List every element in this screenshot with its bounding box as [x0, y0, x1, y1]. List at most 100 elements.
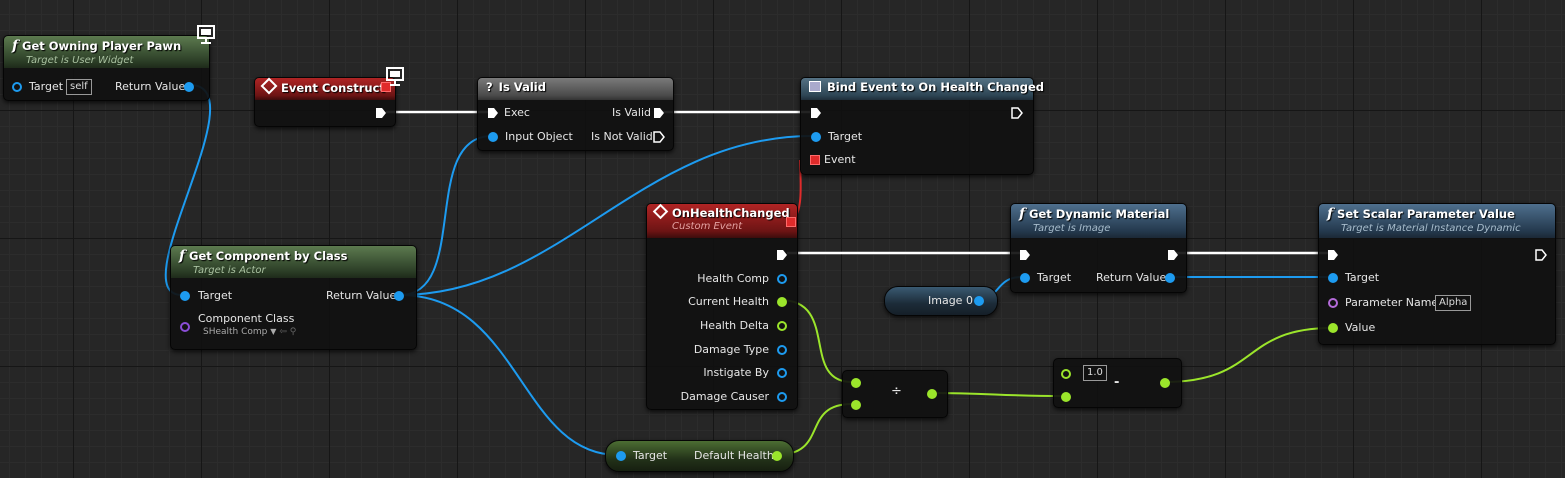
- exec-label: Exec: [504, 106, 530, 119]
- target-pin[interactable]: [616, 451, 626, 461]
- exec-out-pin[interactable]: [1011, 107, 1023, 119]
- default-health-pin[interactable]: [772, 451, 782, 461]
- exec-out-pin[interactable]: [776, 249, 788, 261]
- current-health-label: Current Health: [688, 295, 769, 308]
- client-only-icon: [386, 67, 404, 86]
- node-title: f Get Owning Player Pawn: [12, 38, 182, 54]
- class-select[interactable]: SHealth Comp ▼ ⇦ ⚲: [203, 327, 296, 337]
- event-delegate-pin[interactable]: [810, 155, 820, 165]
- image-output-pin[interactable]: [974, 296, 984, 306]
- node-bind-event[interactable]: Bind Event to On Health Changed Target E…: [800, 77, 1044, 175]
- subtract-output-pin[interactable]: [1160, 378, 1170, 388]
- node-default-health[interactable]: Target Default Health: [605, 440, 794, 472]
- target-pin[interactable]: [180, 291, 190, 301]
- event-icon: [260, 77, 278, 95]
- chevron-down-icon: ▼: [270, 327, 277, 336]
- node-is-valid[interactable]: ? Is Valid Exec Is Valid Input Object Is …: [477, 77, 674, 151]
- return-label: Return Value: [326, 289, 397, 302]
- subtract-symbol: -: [1114, 375, 1120, 390]
- divide-input-b-pin[interactable]: [851, 400, 861, 410]
- target-pin[interactable]: [12, 82, 22, 92]
- node-subtitle: Target is Material Instance Dynamic: [1341, 223, 1521, 234]
- exec-in-pin[interactable]: [487, 107, 499, 119]
- class-select-value: SHealth Comp: [203, 327, 268, 337]
- return-label: Return Value: [1096, 271, 1167, 284]
- target-label: Target: [198, 289, 233, 302]
- target-pin[interactable]: [1020, 273, 1030, 283]
- image-variable-label: Image 0: [928, 294, 973, 307]
- input-object-pin[interactable]: [488, 132, 498, 142]
- node-event-construct[interactable]: Event Construct: [254, 77, 396, 127]
- target-label: Target: [29, 80, 64, 93]
- node-subtitle: Target is Actor: [193, 265, 266, 276]
- question-icon: ?: [486, 80, 493, 94]
- node-image-variable[interactable]: Image 0: [884, 286, 998, 316]
- exec-out-pin[interactable]: [1535, 249, 1547, 261]
- function-icon: f: [1019, 206, 1026, 222]
- node-get-owning-player-pawn[interactable]: f Get Owning Player Pawn Target is User W…: [3, 35, 210, 101]
- subtract-constant-field[interactable]: 1.0: [1083, 365, 1107, 381]
- target-label: Target: [1345, 271, 1380, 284]
- is-not-valid-label: Is Not Valid: [591, 130, 653, 143]
- return-label: Return Value: [115, 80, 186, 93]
- health-delta-label: Health Delta: [700, 319, 769, 332]
- bind-icon: [809, 81, 821, 92]
- node-on-health-changed[interactable]: OnHealthChanged Custom Event Health Comp…: [646, 203, 798, 410]
- subtract-input-a-pin[interactable]: [1061, 369, 1071, 379]
- target-label: Target: [633, 449, 668, 462]
- subtract-input-b-pin[interactable]: [1061, 392, 1071, 402]
- node-subtract[interactable]: 1.0 -: [1053, 358, 1182, 408]
- exec-out-pin[interactable]: [1167, 249, 1179, 261]
- return-pin[interactable]: [184, 82, 194, 92]
- node-title: f Get Component by Class: [179, 248, 348, 264]
- damage-type-pin[interactable]: [777, 345, 787, 355]
- return-pin[interactable]: [1165, 273, 1175, 283]
- health-delta-pin[interactable]: [777, 321, 787, 331]
- exec-in-pin[interactable]: [1019, 249, 1031, 261]
- parameter-name-pin[interactable]: [1328, 298, 1338, 308]
- node-get-component-by-class[interactable]: f Get Component by Class Target is Actor …: [170, 245, 417, 350]
- node-title: f Set Scalar Parameter Value: [1327, 206, 1515, 222]
- target-default-field[interactable]: self: [66, 79, 92, 95]
- exec-in-pin[interactable]: [810, 107, 822, 119]
- input-object-label: Input Object: [505, 130, 573, 143]
- default-health-label: Default Health: [694, 449, 774, 462]
- health-comp-pin[interactable]: [777, 274, 787, 284]
- node-title: Bind Event to On Health Changed: [809, 80, 1044, 94]
- node-title: OnHealthChanged: [652, 203, 797, 220]
- divide-input-a-pin[interactable]: [851, 378, 861, 388]
- current-health-pin[interactable]: [777, 297, 787, 307]
- damage-causer-label: Damage Causer: [680, 390, 769, 403]
- target-pin[interactable]: [811, 132, 821, 142]
- value-pin[interactable]: [1328, 323, 1338, 333]
- node-divide[interactable]: ÷: [842, 370, 948, 418]
- divide-output-pin[interactable]: [927, 389, 937, 399]
- health-comp-label: Health Comp: [697, 272, 769, 285]
- function-icon: f: [179, 248, 186, 264]
- node-subtitle: Custom Event: [672, 221, 743, 232]
- node-set-scalar-parameter[interactable]: f Set Scalar Parameter Value Target is Ma…: [1318, 203, 1556, 345]
- target-pin[interactable]: [1328, 273, 1338, 283]
- component-class-pin[interactable]: [180, 322, 190, 332]
- node-get-dynamic-material[interactable]: f Get Dynamic Material Target is Image Ta…: [1010, 203, 1187, 293]
- browse-search-icon[interactable]: ⚲: [290, 327, 297, 337]
- component-class-label: Component Class: [198, 312, 295, 325]
- use-selected-icon[interactable]: ⇦: [279, 327, 287, 337]
- is-not-valid-exec-pin[interactable]: [653, 131, 665, 143]
- damage-type-label: Damage Type: [693, 343, 769, 356]
- node-title: Event Construct: [260, 77, 395, 95]
- divide-symbol: ÷: [891, 384, 902, 399]
- is-valid-exec-pin[interactable]: [653, 107, 665, 119]
- instigate-by-label: Instigate By: [703, 366, 769, 379]
- value-label: Value: [1345, 321, 1376, 334]
- return-pin[interactable]: [394, 291, 404, 301]
- exec-out-pin[interactable]: [375, 107, 387, 119]
- damage-causer-pin[interactable]: [777, 392, 787, 402]
- node-title: f Get Dynamic Material: [1019, 206, 1170, 222]
- exec-in-pin[interactable]: [1327, 249, 1339, 261]
- delegate-out-pin[interactable]: [786, 217, 796, 227]
- target-label: Target: [828, 130, 863, 143]
- parameter-name-field[interactable]: Alpha: [1435, 295, 1472, 311]
- event-icon: [652, 203, 669, 220]
- instigate-by-pin[interactable]: [777, 368, 787, 378]
